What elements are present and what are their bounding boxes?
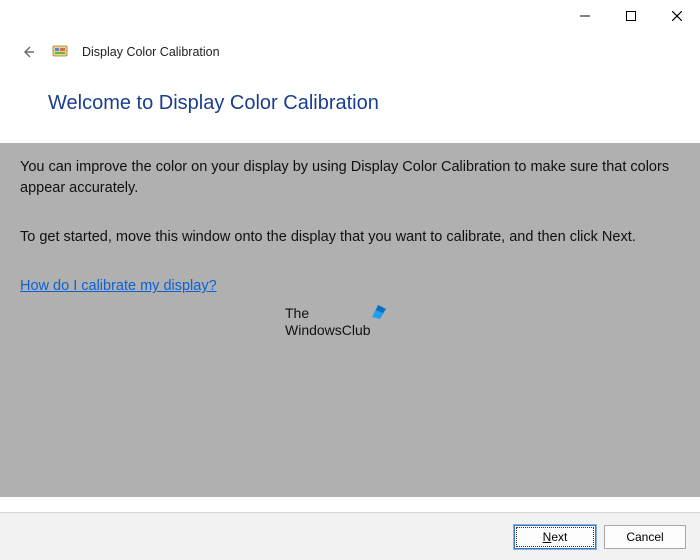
titlebar [0, 0, 700, 32]
body-area: You can improve the color on your displa… [0, 143, 700, 497]
watermark-line1: The [285, 305, 371, 322]
minimize-icon [580, 11, 590, 21]
maximize-button[interactable] [608, 0, 654, 32]
footer: Next Cancel [0, 512, 700, 560]
maximize-icon [626, 11, 636, 21]
minimize-button[interactable] [562, 0, 608, 32]
app-icon [52, 44, 68, 60]
cancel-button[interactable]: Cancel [604, 525, 686, 549]
page-heading: Welcome to Display Color Calibration [48, 92, 652, 115]
intro-paragraph-1: You can improve the color on your displa… [20, 157, 680, 199]
close-icon [672, 11, 682, 21]
window-title: Display Color Calibration [82, 45, 220, 59]
next-button-rest: ext [551, 530, 567, 544]
back-arrow-icon [20, 44, 36, 60]
next-button[interactable]: Next [514, 525, 596, 549]
back-button[interactable] [18, 42, 38, 62]
close-button[interactable] [654, 0, 700, 32]
intro-paragraph-2: To get started, move this window onto th… [20, 227, 680, 248]
watermark-text: The WindowsClub [285, 305, 371, 339]
content: Welcome to Display Color Calibration You… [0, 84, 700, 497]
heading-area: Welcome to Display Color Calibration [0, 84, 700, 143]
help-link[interactable]: How do I calibrate my display? [20, 278, 217, 294]
watermark-icon [370, 303, 388, 328]
header: Display Color Calibration [0, 32, 700, 84]
watermark-line2: WindowsClub [285, 322, 371, 339]
